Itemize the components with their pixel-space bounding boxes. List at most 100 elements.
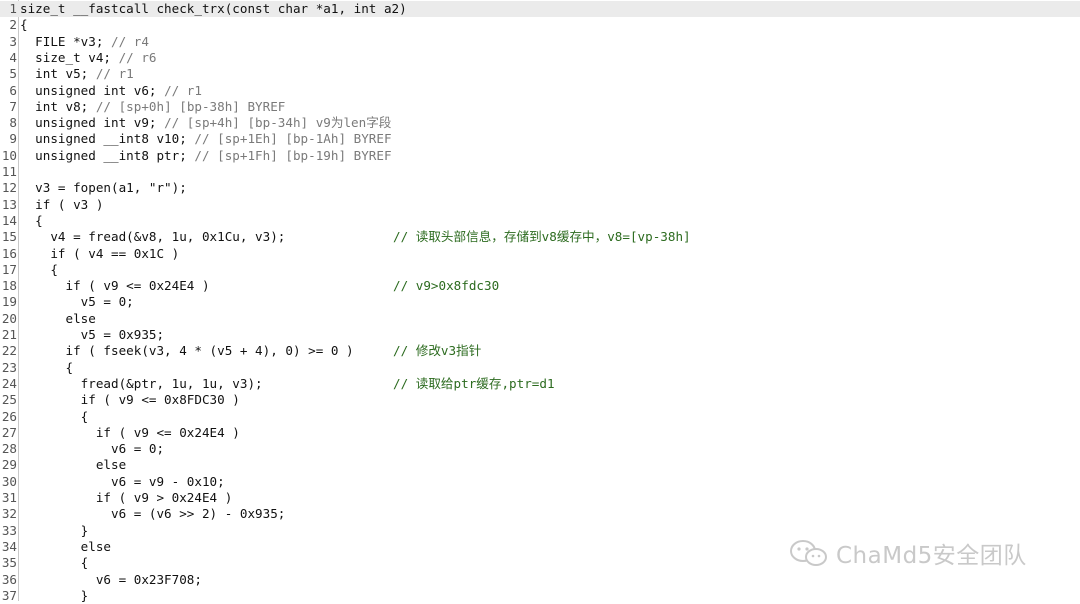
code-line[interactable]: 21 v5 = 0x935; (0, 327, 1080, 343)
code-line[interactable]: 19 v5 = 0; (0, 294, 1080, 310)
code-text: unsigned __int8 v10; // [sp+1Eh] [bp-1Ah… (20, 131, 392, 147)
code-text: v5 = 0; (20, 294, 134, 310)
code-line[interactable]: 8 unsigned int v9; // [sp+4h] [bp-34h] v… (0, 115, 1080, 131)
code-text: v6 = 0x23F708; (20, 571, 202, 587)
code-line[interactable]: 37 } (0, 588, 1080, 604)
line-number: 23 (1, 359, 17, 375)
code-text: { (20, 359, 74, 375)
code-line[interactable]: 9 unsigned __int8 v10; // [sp+1Eh] [bp-1… (0, 131, 1080, 147)
line-number: 36 (1, 571, 17, 587)
line-number: 11 (1, 164, 17, 179)
code-text: } (20, 522, 89, 538)
code-line[interactable]: 26 { (0, 409, 1080, 425)
code-text: { (20, 555, 89, 571)
code-line[interactable]: 27 if ( v9 <= 0x24E4 ) (0, 425, 1080, 441)
code-text: v3 = fopen(a1, "r"); (20, 180, 187, 196)
code-line[interactable]: 11 (0, 164, 1080, 180)
line-number: 7 (9, 98, 17, 114)
line-number: 26 (1, 408, 17, 424)
inline-comment: // r6 (118, 49, 157, 65)
code-text: if ( v3 ) (20, 196, 104, 212)
code-text: if ( v9 > 0x24E4 ) (20, 490, 233, 505)
code-line[interactable]: 18 if ( v9 <= 0x24E4 ) // v9>0x8fdc30 (0, 278, 1080, 294)
inline-comment: // [sp+4h] [bp-34h] v9为len字段 (164, 115, 392, 131)
code-line[interactable]: 12 v3 = fopen(a1, "r"); (0, 180, 1080, 196)
code-text: else (20, 538, 111, 554)
code-text: if ( v9 <= 0x8FDC30 ) (20, 392, 240, 408)
code-text: unsigned __int8 ptr; // [sp+1Fh] [bp-19h… (20, 147, 392, 163)
code-line[interactable]: 16 if ( v4 == 0x1C ) (0, 246, 1080, 262)
code-line[interactable]: 29 else (0, 457, 1080, 473)
line-number: 5 (9, 66, 17, 82)
code-line[interactable]: 22 if ( fseek(v3, 4 * (v5 + 4), 0) >= 0 … (0, 343, 1080, 359)
line-number: 9 (9, 131, 17, 147)
line-number: 22 (1, 343, 17, 359)
code-text: unsigned int v9; // [sp+4h] [bp-34h] v9为… (20, 115, 392, 131)
line-number: 27 (1, 424, 17, 440)
line-number: 10 (1, 147, 17, 163)
code-line[interactable]: 13 if ( v3 ) (0, 197, 1080, 213)
code-line[interactable]: 32 v6 = (v6 >> 2) - 0x935; (0, 506, 1080, 522)
code-text: { (20, 408, 89, 424)
line-number: 19 (1, 294, 17, 310)
code-editor[interactable]: 1 size_t __fastcall check_trx(const char … (0, 0, 1080, 604)
code-text: if ( v9 <= 0x24E4 ) (20, 278, 210, 294)
code-line[interactable]: 17 { (0, 262, 1080, 278)
code-line[interactable]: 3 FILE *v3; // r4 (0, 34, 1080, 50)
code-text: if ( v9 <= 0x24E4 ) (20, 424, 240, 440)
code-text: { (20, 261, 58, 277)
code-line[interactable]: 28 v6 = 0; (0, 441, 1080, 457)
code-line[interactable]: 10 unsigned __int8 ptr; // [sp+1Fh] [bp-… (0, 148, 1080, 164)
code-line[interactable]: 6 unsigned int v6; // r1 (0, 83, 1080, 99)
line-number: 14 (1, 212, 17, 228)
code-text: { (20, 212, 43, 228)
code-line[interactable]: 5 int v5; // r1 (0, 66, 1080, 82)
code-line[interactable]: 7 int v8; // [sp+0h] [bp-38h] BYREF (0, 99, 1080, 115)
line-number: 20 (1, 310, 17, 326)
code-text: v5 = 0x935; (20, 327, 165, 342)
code-text: } (20, 587, 89, 603)
code-line[interactable]: 4 size_t v4; // r6 (0, 50, 1080, 66)
line-number: 8 (9, 115, 17, 131)
inline-comment: // [sp+1Fh] [bp-19h] BYREF (194, 147, 392, 163)
code-text: unsigned int v6; // r1 (20, 82, 202, 98)
code-text: fread(&ptr, 1u, 1u, v3); (20, 375, 263, 391)
code-line[interactable]: 1 size_t __fastcall check_trx(const char … (0, 1, 1080, 18)
line-number: 24 (1, 375, 17, 391)
code-line[interactable]: 2{ (0, 17, 1080, 33)
code-line[interactable]: 25 if ( v9 <= 0x8FDC30 ) (0, 392, 1080, 408)
wechat-icon (790, 540, 827, 566)
code-line[interactable]: 15 v4 = fread(&v8, 1u, 0x1Cu, v3); // 读取头… (0, 229, 1080, 245)
code-comment: // 修改v3指针 (393, 343, 482, 359)
line-number: 25 (1, 392, 17, 408)
inline-comment: // r1 (95, 66, 134, 82)
line-number: 37 (1, 587, 17, 603)
code-comment: // v9>0x8fdc30 (393, 278, 500, 294)
line-number: 12 (1, 180, 17, 196)
code-text: v4 = fread(&v8, 1u, 0x1Cu, v3); (20, 229, 286, 245)
code-text: int v5; // r1 (20, 66, 134, 82)
code-text: v6 = v9 - 0x10; (20, 473, 225, 489)
line-number: 2 (9, 17, 17, 33)
code-line[interactable]: 20 else (0, 311, 1080, 327)
code-text: else (20, 457, 127, 473)
line-number: 15 (1, 229, 17, 245)
code-text: else (20, 310, 96, 326)
code-line[interactable]: 23 { (0, 360, 1080, 376)
code-line[interactable]: 31 if ( v9 > 0x24E4 ) (0, 490, 1080, 506)
code-line[interactable]: 24 fread(&ptr, 1u, 1u, v3); // 读取给ptr缓存,p… (0, 376, 1080, 392)
code-text: v6 = (v6 >> 2) - 0x935; (20, 506, 286, 522)
inline-comment: // [sp+1Eh] [bp-1Ah] BYREF (194, 131, 392, 147)
line-number: 29 (1, 457, 17, 473)
code-text: v6 = 0; (20, 441, 165, 457)
line-number: 13 (1, 196, 17, 212)
line-number: 17 (1, 261, 17, 277)
code-line[interactable]: 30 v6 = v9 - 0x10; (0, 474, 1080, 490)
code-line[interactable]: 36 v6 = 0x23F708; (0, 572, 1080, 588)
code-line[interactable]: 14 { (0, 213, 1080, 229)
code-text: size_t __fastcall check_trx(const char *… (20, 1, 407, 16)
inline-comment: // [sp+0h] [bp-38h] BYREF (95, 98, 286, 114)
line-number: 6 (9, 82, 17, 98)
watermark: ChaMd5安全团队 (788, 535, 1027, 571)
line-number: 31 (1, 490, 17, 505)
